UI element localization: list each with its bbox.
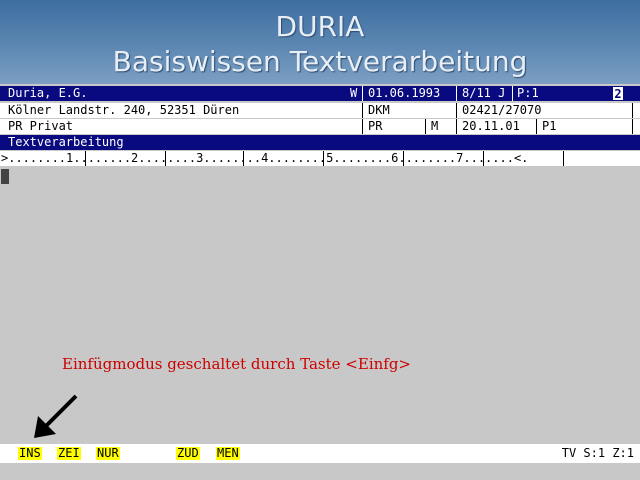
header-subtitle: Basiswissen Textverarbeitung (112, 45, 528, 78)
text-editor-area[interactable] (0, 166, 640, 438)
header-title: DURIA (275, 10, 365, 43)
contact-gender[interactable]: M (431, 119, 438, 134)
divider (536, 119, 537, 134)
status-nur[interactable]: NUR (96, 447, 120, 460)
ruler-tick (85, 151, 86, 166)
contact-address[interactable]: Kölner Landstr. 240, 52351 Düren (8, 103, 239, 118)
divider (425, 119, 426, 134)
divider (362, 103, 363, 118)
ruler-tick (403, 151, 404, 166)
presentation-header: DURIA Basiswissen Textverarbeitung (0, 0, 640, 84)
record-row-2: Kölner Landstr. 240, 52351 Düren DKM 024… (0, 103, 640, 118)
contact-type-code[interactable]: PR (368, 119, 382, 134)
status-zei[interactable]: ZEI (57, 447, 81, 460)
text-cursor (1, 169, 9, 184)
divider (456, 119, 457, 134)
status-bar: INS ZEI NUR ZUD MEN TV S:1 Z:1 (0, 444, 640, 463)
record-row-1: Duria, E.G. W 01.06.1993 8/11 J P:1 2 (0, 86, 640, 101)
divider (632, 103, 633, 118)
contact-p: P1 (542, 119, 557, 133)
contact-name[interactable]: Duria, E.G. (8, 86, 87, 101)
annotation-text: Einfügmodus geschaltet durch Taste <Einf… (62, 355, 411, 373)
divider (632, 119, 633, 134)
contact-type[interactable]: PR Privat (8, 119, 73, 134)
ruler-tick (483, 151, 484, 166)
divider (512, 86, 513, 101)
ruler-tick (165, 151, 166, 166)
contact-date[interactable]: 01.06.1993 (368, 86, 440, 101)
ruler-tick (243, 151, 244, 166)
document-title-bar: Textverarbeitung (0, 135, 640, 150)
divider (456, 86, 457, 101)
arrow-down-left-icon (34, 394, 78, 438)
status-ins[interactable]: INS (18, 447, 42, 460)
contact-phone[interactable]: 02421/27070 (462, 103, 541, 118)
contact-dept[interactable]: DKM (368, 103, 390, 118)
divider (362, 119, 363, 134)
ruler-text: >........1........2........3........4...… (1, 151, 529, 165)
ruler-tick (323, 151, 324, 166)
record-row-3: PR Privat PR M 20.11.01 P1 (0, 119, 640, 134)
contact-code[interactable]: 8/11 J (462, 86, 505, 101)
contact-page: P:1 (517, 86, 539, 100)
ruler-tick (563, 151, 564, 166)
tab-ruler[interactable]: >........1........2........3........4...… (0, 151, 640, 166)
contact-date2[interactable]: 20.11.01 (462, 119, 520, 134)
contact-flag: W (350, 86, 358, 100)
divider (456, 103, 457, 118)
record-number: 2 (613, 87, 623, 101)
document-title: Textverarbeitung (8, 135, 124, 149)
divider (362, 86, 363, 101)
status-men[interactable]: MEN (216, 447, 240, 460)
bottom-strip (0, 463, 640, 480)
status-position: TV S:1 Z:1 (561, 446, 634, 460)
status-zud[interactable]: ZUD (176, 447, 200, 460)
